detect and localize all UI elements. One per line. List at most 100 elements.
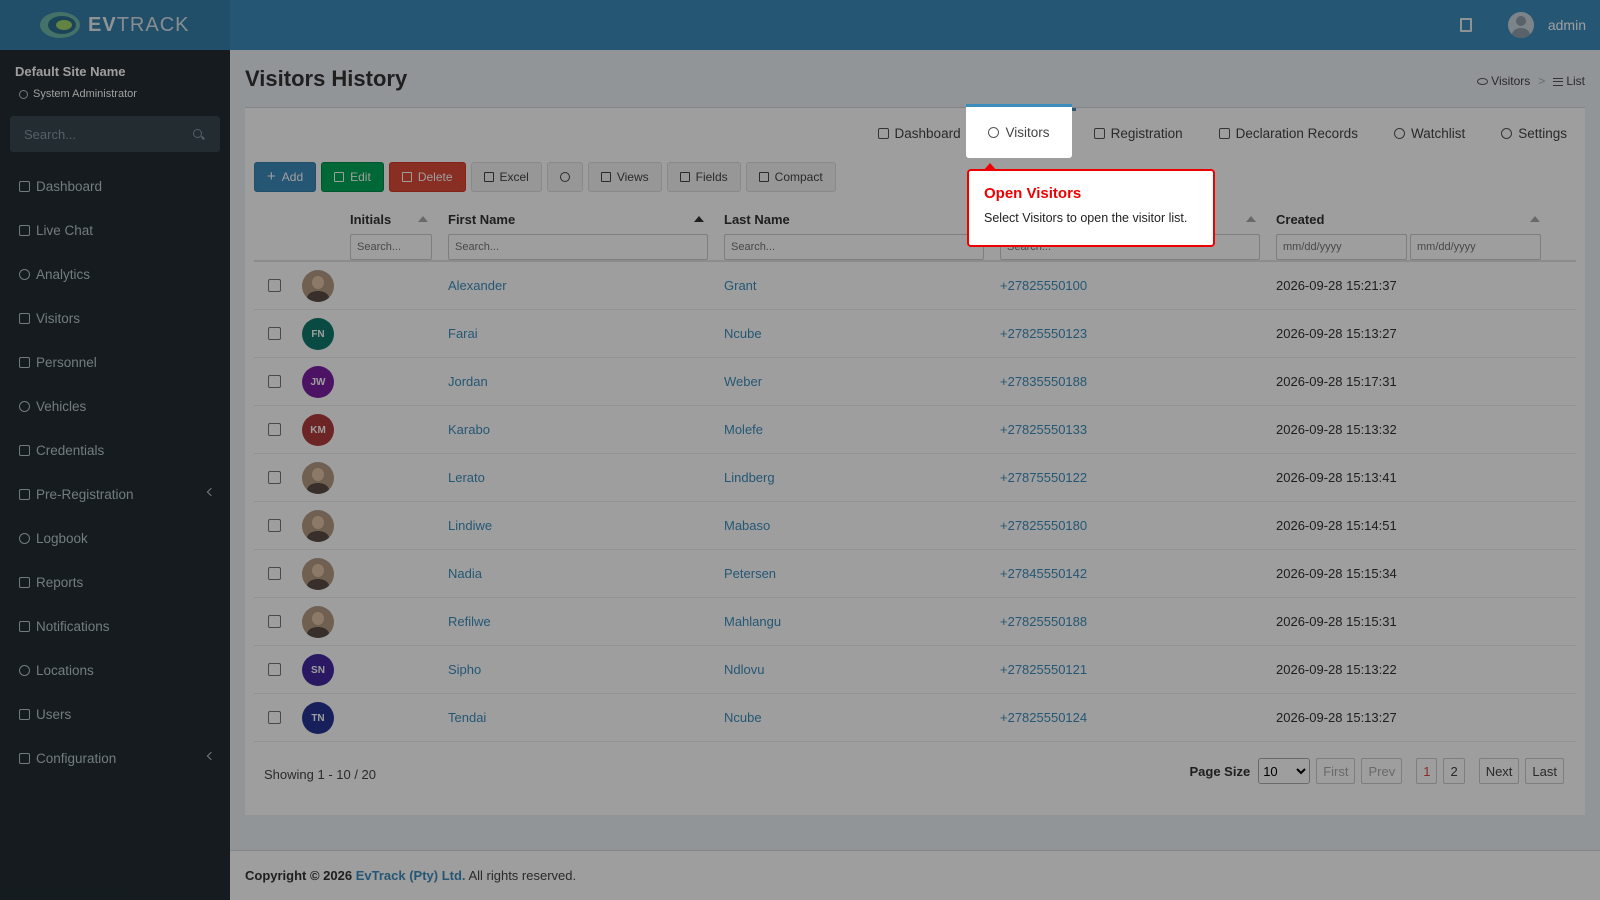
delete-button[interactable]: Delete <box>388 162 466 192</box>
created-from-filter[interactable] <box>1276 234 1407 260</box>
table-row[interactable]: FN Farai Ncube +27825550123 2026-09-28 15:13… <box>254 310 1576 358</box>
phone-cell[interactable]: +27835550188 <box>1000 374 1087 389</box>
first-name-cell[interactable]: Nadia <box>448 566 482 581</box>
last-name-cell[interactable]: Weber <box>724 374 762 389</box>
row-checkbox[interactable] <box>268 471 281 484</box>
row-checkbox[interactable] <box>268 327 281 340</box>
add-button[interactable]: + Add <box>254 162 317 192</box>
column-last-name[interactable]: Last Name <box>724 212 984 260</box>
first-page-button[interactable]: First <box>1316 758 1356 784</box>
sidebar-search-input[interactable] <box>10 116 220 152</box>
row-checkbox[interactable] <box>268 519 281 532</box>
last-name-cell[interactable]: Lindberg <box>724 470 775 485</box>
sidebar-item-dashboard[interactable]: Dashboard <box>0 164 230 208</box>
table-row[interactable]: Lerato Lindberg +27875550122 2026-09-28 15:… <box>254 454 1576 502</box>
row-checkbox[interactable] <box>268 567 281 580</box>
next-page-button[interactable]: Next <box>1478 758 1520 784</box>
last-name-cell[interactable]: Grant <box>724 278 757 293</box>
tab-watchlist[interactable]: Watchlist <box>1376 108 1483 158</box>
user-name[interactable]: admin <box>1548 17 1586 33</box>
table-row[interactable]: Nadia Petersen +27845550142 2026-09-28 15:1… <box>254 550 1576 598</box>
column-initials[interactable]: Initials <box>350 212 432 260</box>
last-name-filter[interactable] <box>724 234 984 260</box>
first-name-cell[interactable]: Refilwe <box>448 614 491 629</box>
sort-icon[interactable] <box>1530 216 1540 222</box>
column-created[interactable]: Created <box>1276 212 1541 260</box>
prev-page-button[interactable]: Prev <box>1361 758 1403 784</box>
breadcrumb-visitors[interactable]: Visitors <box>1477 74 1530 88</box>
first-name-cell[interactable]: Sipho <box>448 662 481 677</box>
sidebar-item-notifications[interactable]: Notifications <box>0 604 230 648</box>
table-row[interactable]: Alexander Grant +27825550100 2026-09-28 15:… <box>254 262 1576 310</box>
user-menu[interactable]: admin <box>1459 0 1586 50</box>
edit-button[interactable]: Edit <box>321 162 384 192</box>
tab-declaration-records[interactable]: Declaration Records <box>1201 108 1376 158</box>
fields-button[interactable]: Fields <box>666 162 741 192</box>
chevron-left-icon[interactable] <box>206 487 216 497</box>
first-name-cell[interactable]: Tendai <box>448 710 486 725</box>
highlighted-visitors-tab[interactable]: Visitors <box>966 104 1072 158</box>
phone-cell[interactable]: +27875550122 <box>1000 470 1087 485</box>
last-name-cell[interactable]: Ncube <box>724 326 762 341</box>
sidebar-item-locations[interactable]: Locations <box>0 648 230 692</box>
phone-cell[interactable]: +27825550100 <box>1000 278 1087 293</box>
sidebar-item-users[interactable]: Users <box>0 692 230 736</box>
sidebar-item-logbook[interactable]: Logbook <box>0 516 230 560</box>
first-name-filter[interactable] <box>448 234 708 260</box>
logo[interactable]: EVTRACK <box>0 0 230 50</box>
compact-button[interactable]: Compact <box>745 162 836 192</box>
initials-filter[interactable] <box>350 234 432 260</box>
sidebar-item-reports[interactable]: Reports <box>0 560 230 604</box>
first-name-cell[interactable]: Lerato <box>448 470 485 485</box>
phone-cell[interactable]: +27825550180 <box>1000 518 1087 533</box>
page-2-button[interactable]: 2 <box>1443 758 1465 784</box>
bookmark-icon[interactable] <box>1459 18 1472 32</box>
table-row[interactable]: Refilwe Mahlangu +27825550188 2026-09-28 15… <box>254 598 1576 646</box>
sidebar-item-vehicles[interactable]: Vehicles <box>0 384 230 428</box>
row-checkbox[interactable] <box>268 375 281 388</box>
phone-cell[interactable]: +27825550133 <box>1000 422 1087 437</box>
last-name-cell[interactable]: Petersen <box>724 566 776 581</box>
sidebar-item-pre-registration[interactable]: Pre-Registration <box>0 472 230 516</box>
column-first-name[interactable]: First Name <box>448 212 708 260</box>
refresh-button[interactable] <box>546 162 583 192</box>
last-name-cell[interactable]: Ndlovu <box>724 662 764 677</box>
phone-cell[interactable]: +27845550142 <box>1000 566 1087 581</box>
last-name-cell[interactable]: Molefe <box>724 422 763 437</box>
last-name-cell[interactable]: Mahlangu <box>724 614 781 629</box>
created-to-filter[interactable] <box>1410 234 1541 260</box>
table-row[interactable]: SN Sipho Ndlovu +27825550121 2026-09-28 15:1… <box>254 646 1576 694</box>
views-button[interactable]: Views <box>587 162 662 192</box>
phone-cell[interactable]: +27825550121 <box>1000 662 1087 677</box>
sidebar-item-visitors[interactable]: Visitors <box>0 296 230 340</box>
table-row[interactable]: Lindiwe Mabaso +27825550180 2026-09-28 15:1… <box>254 502 1576 550</box>
search-icon[interactable] <box>193 129 202 138</box>
sidebar-item-personnel[interactable]: Personnel <box>0 340 230 384</box>
avatar[interactable] <box>1507 12 1534 38</box>
first-name-cell[interactable]: Alexander <box>448 278 507 293</box>
tab-registration[interactable]: Registration <box>1076 108 1201 158</box>
sidebar-item-analytics[interactable]: Analytics <box>0 252 230 296</box>
chevron-left-icon[interactable] <box>206 751 216 761</box>
last-name-cell[interactable]: Ncube <box>724 710 762 725</box>
row-checkbox[interactable] <box>268 423 281 436</box>
first-name-cell[interactable]: Karabo <box>448 422 490 437</box>
sidebar-item-credentials[interactable]: Credentials <box>0 428 230 472</box>
first-name-cell[interactable]: Lindiwe <box>448 518 492 533</box>
sort-icon[interactable] <box>1246 216 1256 222</box>
table-row[interactable]: TN Tendai Ncube +27825550124 2026-09-28 15:1… <box>254 694 1576 742</box>
row-checkbox[interactable] <box>268 711 281 724</box>
first-name-cell[interactable]: Jordan <box>448 374 488 389</box>
page-1-button[interactable]: 1 <box>1416 758 1438 784</box>
first-name-cell[interactable]: Farai <box>448 326 478 341</box>
phone-cell[interactable]: +27825550188 <box>1000 614 1087 629</box>
last-page-button[interactable]: Last <box>1525 758 1564 784</box>
sidebar-item-configuration[interactable]: Configuration <box>0 736 230 780</box>
row-checkbox[interactable] <box>268 279 281 292</box>
table-row[interactable]: JW Jordan Weber +27835550188 2026-09-28 15:1… <box>254 358 1576 406</box>
last-name-cell[interactable]: Mabaso <box>724 518 770 533</box>
phone-cell[interactable]: +27825550123 <box>1000 326 1087 341</box>
tab-settings[interactable]: Settings <box>1483 108 1585 158</box>
sort-icon[interactable] <box>418 216 428 222</box>
row-checkbox[interactable] <box>268 615 281 628</box>
